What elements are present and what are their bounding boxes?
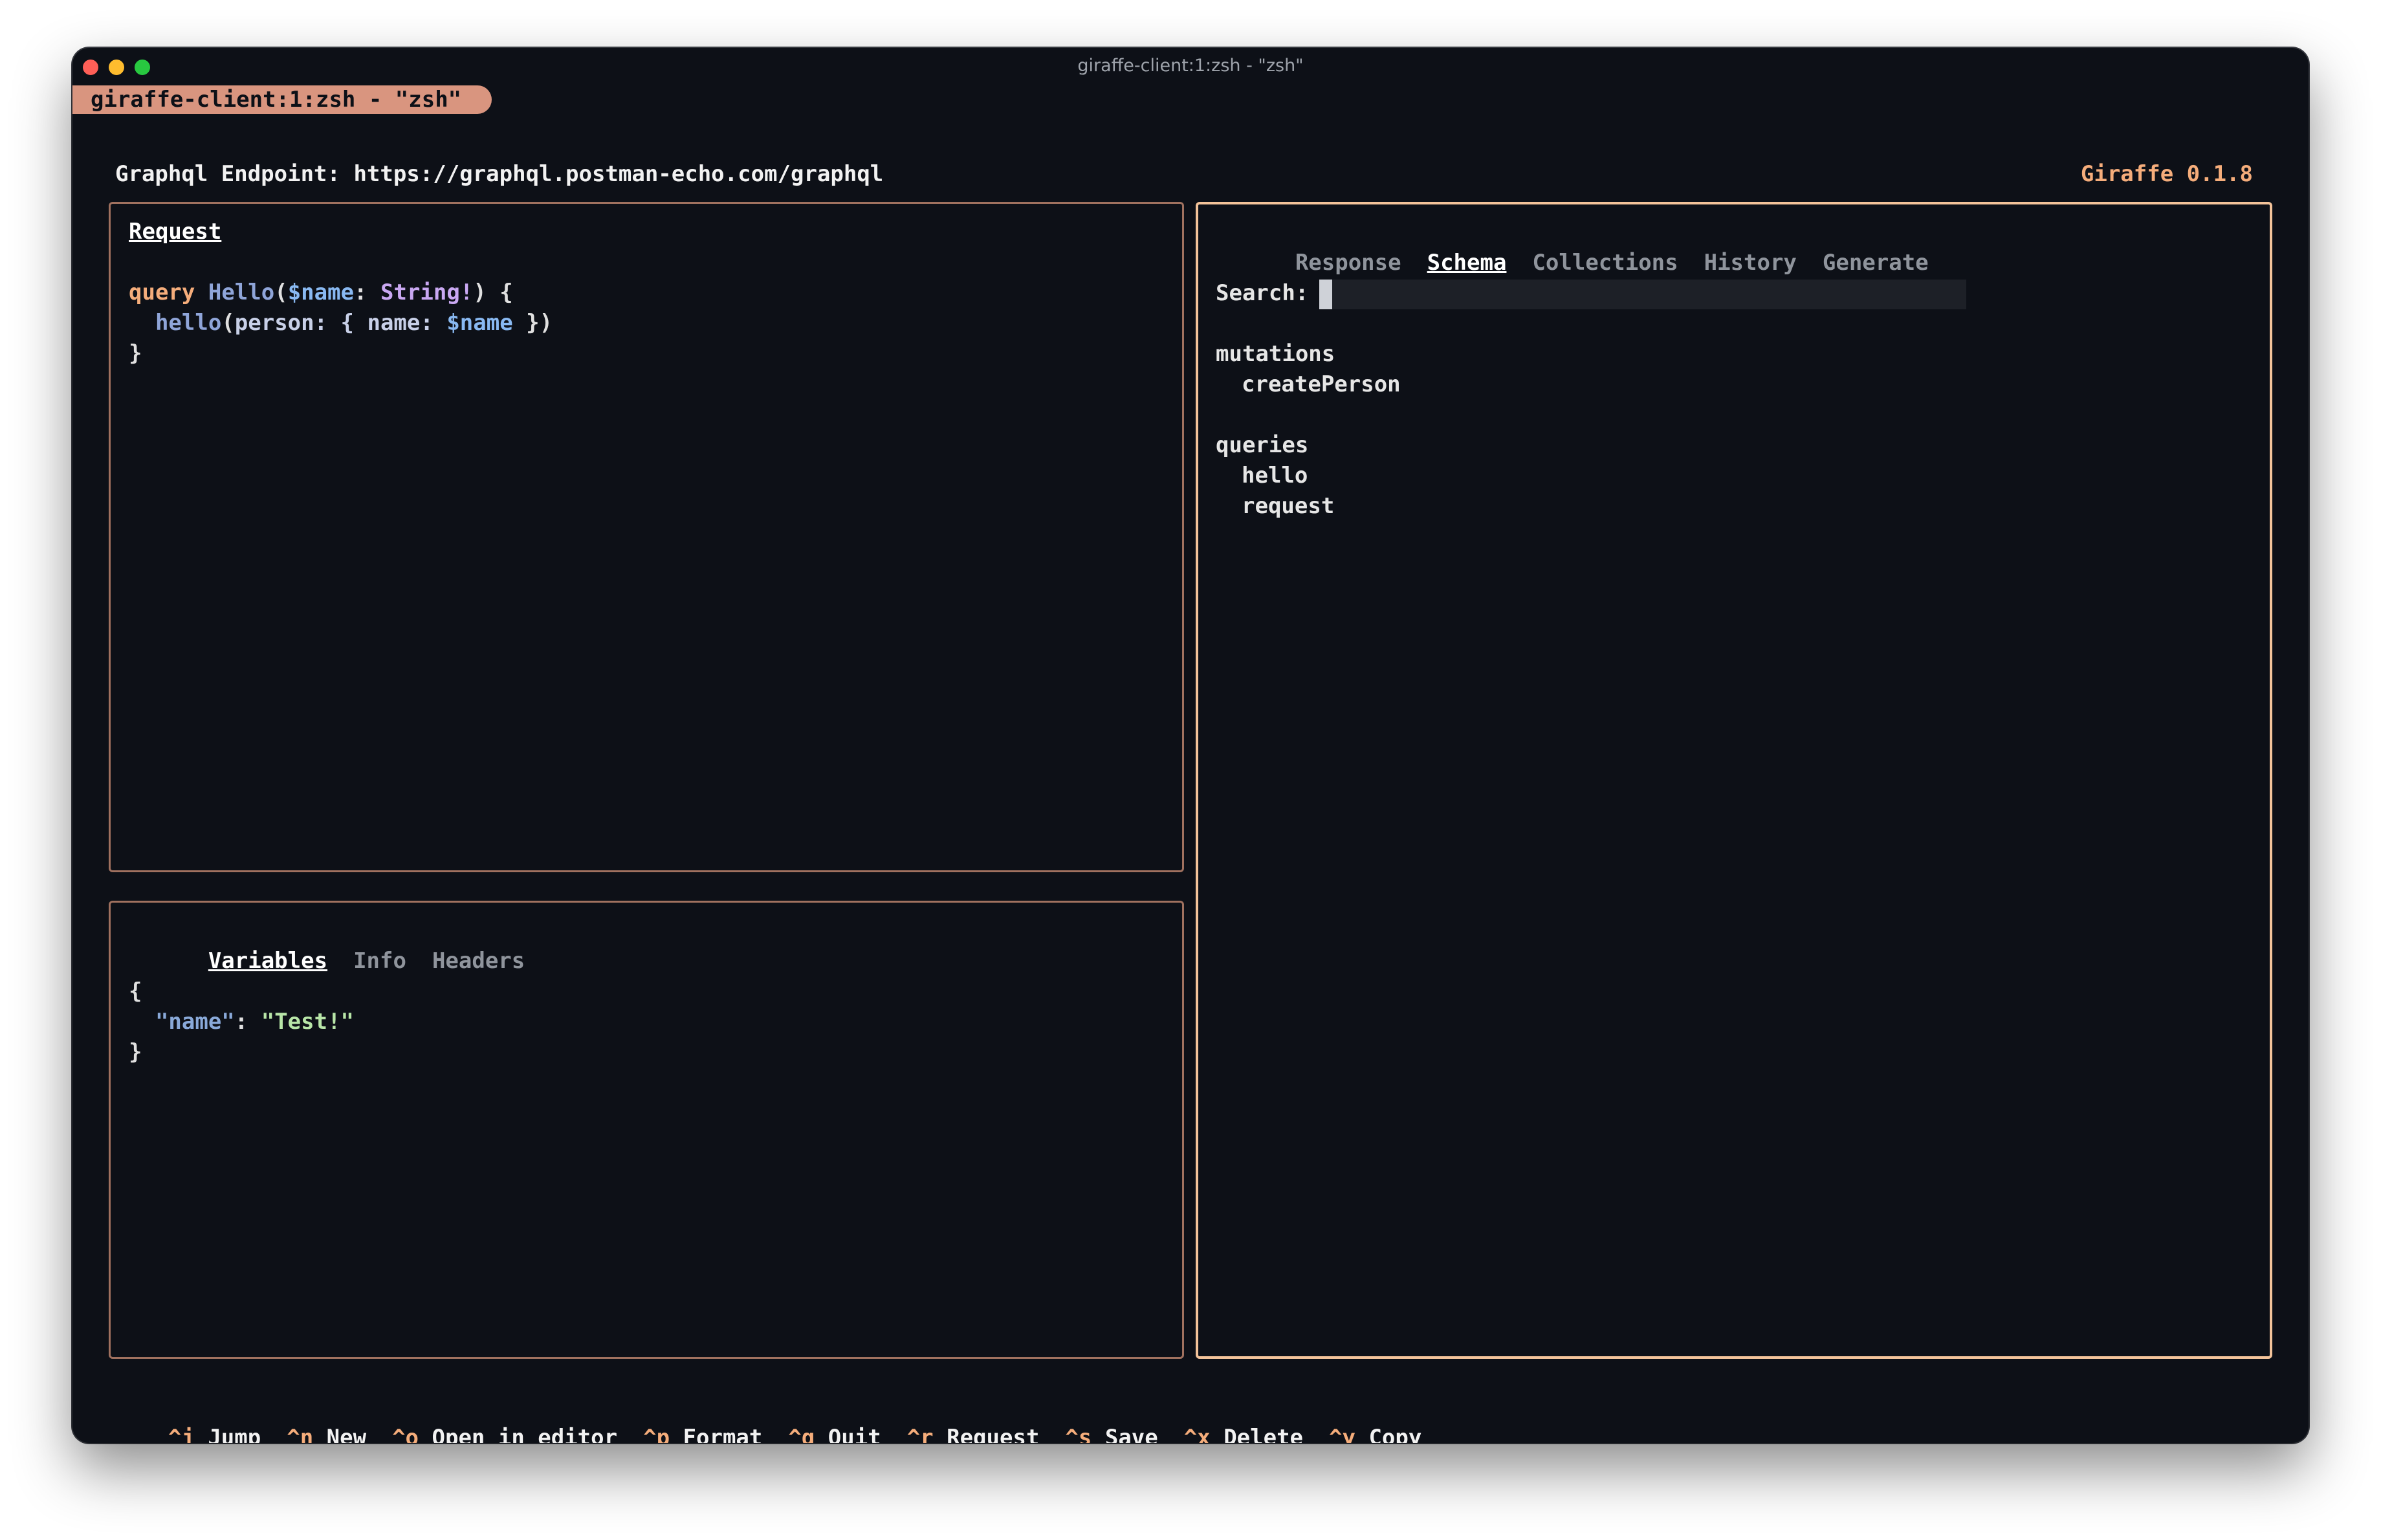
operation-name: Hello — [208, 280, 275, 305]
code-line-1[interactable]: query Hello($name: String!) { — [129, 278, 513, 308]
variable-ref: $name — [446, 310, 513, 336]
punct: : — [234, 1009, 261, 1035]
punct: ( — [221, 310, 235, 336]
shortcut-copy[interactable]: ^y Copy — [1329, 1425, 1421, 1443]
shortcut-quit[interactable]: ^q Quit — [788, 1425, 881, 1443]
field-name: hello — [155, 310, 222, 336]
variable-name: $name — [287, 280, 355, 305]
request-title: Request — [129, 219, 222, 245]
app-version: Giraffe 0.1.8 — [2080, 161, 2253, 187]
shortcut-request[interactable]: ^r Request — [907, 1425, 1040, 1443]
shortcut-format[interactable]: ^p Format — [643, 1425, 762, 1443]
schema-item-hello[interactable]: hello — [1242, 461, 1308, 491]
argument: person: { name: — [234, 310, 447, 336]
shortcut-new[interactable]: ^n New — [287, 1425, 366, 1443]
keyword-query: query — [129, 280, 195, 305]
shortcut-save[interactable]: ^s Save — [1065, 1425, 1158, 1443]
shortcut-label: Quit — [828, 1425, 881, 1443]
minimize-window-icon[interactable] — [109, 60, 124, 75]
shortcut-key: ^y — [1329, 1425, 1355, 1443]
punct: }) — [512, 310, 553, 336]
shortcut-jump[interactable]: ^j Jump — [168, 1425, 261, 1443]
terminal-window: giraffe-client:1:zsh - "zsh" giraffe-cli… — [72, 48, 2309, 1443]
shortcut-delete[interactable]: ^x Delete — [1184, 1425, 1303, 1443]
shortcut-label: Format — [683, 1425, 763, 1443]
shortcut-key: ^q — [788, 1425, 815, 1443]
variables-panel[interactable]: Variables Info Headers { "name": "Test!" } — [109, 901, 1184, 1359]
json-value: "Test!" — [261, 1009, 355, 1035]
shortcut-key: ^x — [1183, 1425, 1211, 1443]
shortcut-key: ^n — [287, 1425, 314, 1443]
window-titlebar: giraffe-client:1:zsh - "zsh" — [72, 48, 2309, 84]
json-line-3[interactable]: } — [129, 1037, 142, 1068]
code-line-3[interactable]: } — [129, 338, 142, 369]
search-input[interactable] — [1319, 280, 1966, 309]
close-window-icon[interactable] — [83, 60, 98, 75]
response-panel[interactable]: Response Schema Collections History Generate… — [1196, 202, 2272, 1359]
shortcut-key: ^p — [643, 1425, 670, 1443]
punct: } — [129, 1039, 142, 1065]
shortcut-label: Delete — [1223, 1425, 1304, 1443]
schema-item-request[interactable]: request — [1242, 491, 1334, 522]
punct: { — [129, 978, 142, 1004]
search-label: Search: — [1216, 280, 1309, 306]
tmux-session-tab[interactable]: giraffe-client:1:zsh - "zsh" — [72, 85, 492, 114]
punct: } — [129, 340, 142, 366]
mutations-heading[interactable]: mutations — [1216, 339, 1335, 369]
tab-variables[interactable]: Variables — [208, 948, 327, 974]
tab-response[interactable]: Response — [1295, 250, 1401, 276]
shortcut-label: Save — [1104, 1425, 1158, 1443]
punct: ) { — [473, 280, 513, 305]
tab-headers[interactable]: Headers — [432, 948, 525, 974]
json-line-1[interactable]: { — [129, 976, 142, 1007]
punct: : — [354, 280, 380, 305]
window-title: giraffe-client:1:zsh - "zsh" — [1077, 56, 1304, 76]
shortcut-label: Request — [947, 1425, 1040, 1443]
zoom-window-icon[interactable] — [135, 60, 150, 75]
shortcut-label: Jump — [208, 1425, 261, 1443]
tab-history[interactable]: History — [1704, 250, 1797, 276]
shortcut-label: New — [326, 1425, 367, 1443]
code-line-2[interactable]: hello(person: { name: $name }) — [129, 308, 553, 338]
tab-generate[interactable]: Generate — [1823, 250, 1929, 276]
endpoint-line: Graphql Endpoint: https://graphql.postma… — [115, 159, 883, 190]
queries-heading[interactable]: queries — [1216, 430, 1308, 461]
shortcut-open-in-editor[interactable]: ^o Open in editor — [392, 1425, 617, 1443]
tab-info[interactable]: Info — [353, 948, 406, 974]
shortcut-key: ^s — [1065, 1425, 1092, 1443]
schema-item-createperson[interactable]: createPerson — [1242, 369, 1401, 400]
json-line-2[interactable]: "name": "Test!" — [129, 1007, 354, 1037]
shortcut-label: Copy — [1368, 1425, 1422, 1443]
shortcut-bar: ^j Jump ^n New ^o Open in editor ^p Format ^… — [115, 1392, 1421, 1443]
tab-collections[interactable]: Collections — [1532, 250, 1678, 276]
shortcut-key: ^o — [392, 1425, 419, 1443]
request-panel[interactable]: Request query Hello($name: String!) { he… — [109, 202, 1184, 872]
shortcut-label: Open in editor — [432, 1425, 618, 1443]
variable-type: String! — [380, 280, 474, 305]
shortcut-key: ^r — [906, 1425, 934, 1443]
json-key: "name" — [155, 1009, 235, 1035]
endpoint-label: Graphql Endpoint: — [115, 161, 340, 187]
shortcut-key: ^j — [168, 1425, 195, 1443]
text-cursor — [1319, 280, 1332, 309]
tab-schema[interactable]: Schema — [1427, 250, 1507, 276]
endpoint-url[interactable]: https://graphql.postman-echo.com/graphql — [353, 161, 883, 187]
punct: ( — [274, 280, 288, 305]
